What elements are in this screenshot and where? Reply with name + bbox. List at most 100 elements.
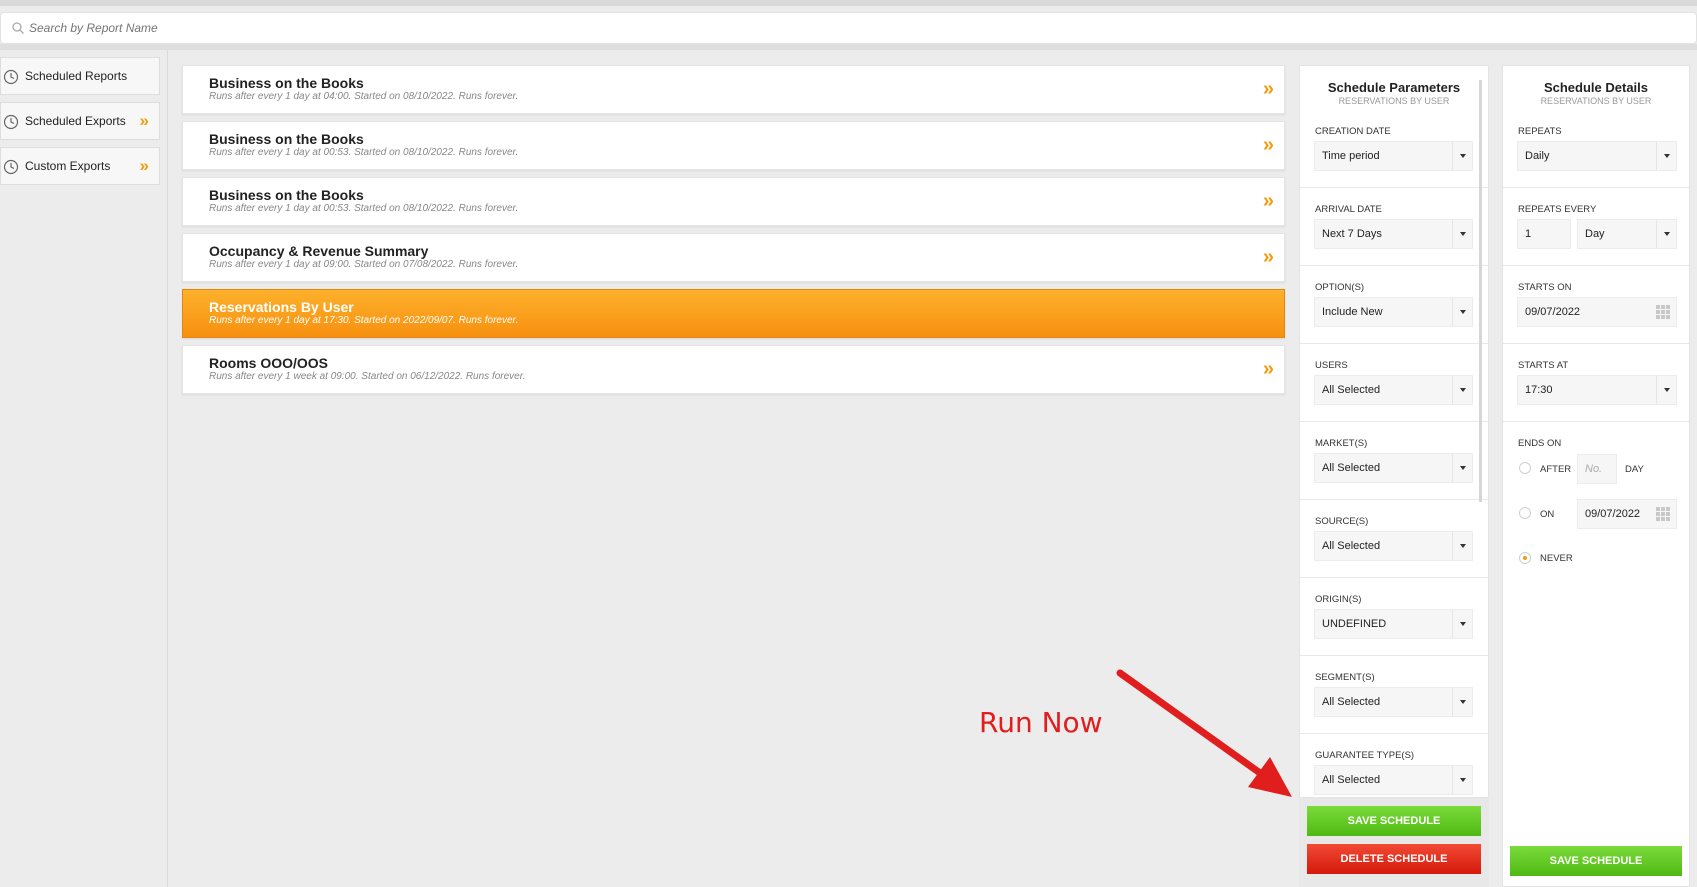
panel-scrollbar[interactable] [1479, 80, 1482, 502]
sidebar: Scheduled Reports Scheduled Exports » Cu… [0, 50, 168, 887]
select-value: Next 7 Days [1322, 228, 1382, 240]
divider [1300, 577, 1488, 578]
chevron-right-icon[interactable]: » [1263, 135, 1274, 155]
field-label: MARKET(S) [1315, 438, 1368, 449]
divider [1300, 499, 1488, 500]
ends-on-radio[interactable] [1519, 507, 1531, 519]
date-value: 09/07/2022 [1525, 306, 1581, 318]
report-description: Runs after every 1 day at 04:00. Started… [209, 91, 519, 102]
report-item-active[interactable]: Reservations By User Runs after every 1 … [182, 289, 1285, 338]
field-label: STARTS ON [1518, 282, 1572, 293]
calendar-icon[interactable] [1656, 507, 1670, 521]
chevron-down-icon [1452, 298, 1472, 326]
divider [1300, 733, 1488, 734]
save-schedule-button[interactable]: SAVE SCHEDULE [1307, 806, 1481, 836]
select-value: Daily [1525, 150, 1550, 162]
ends-never-radio[interactable] [1519, 552, 1531, 564]
sidebar-item-label: Scheduled Exports [25, 114, 126, 128]
divider [1300, 187, 1488, 188]
ends-after-count-input[interactable]: No. [1577, 454, 1617, 484]
delete-schedule-button[interactable]: DELETE SCHEDULE [1307, 844, 1481, 874]
calendar-icon[interactable] [1656, 305, 1670, 319]
chevron-right-icon: » [139, 111, 149, 130]
field-label: ENDS ON [1518, 438, 1562, 449]
origins-select[interactable]: UNDEFINED [1314, 609, 1473, 639]
markets-select[interactable]: All Selected [1314, 453, 1473, 483]
report-name: Reservations By User [209, 299, 354, 315]
sidebar-item-label: Scheduled Reports [25, 69, 128, 83]
search-divider [0, 44, 1697, 50]
field-label: STARTS AT [1518, 360, 1569, 371]
field-label: REPEATS [1518, 126, 1562, 137]
segments-select[interactable]: All Selected [1314, 687, 1473, 717]
select-value: 17:30 [1525, 384, 1553, 396]
chevron-right-icon[interactable]: » [1263, 191, 1274, 211]
guarantee-types-select[interactable]: All Selected [1314, 765, 1473, 795]
top-bar [0, 0, 1697, 6]
sidebar-item-label: Custom Exports [25, 159, 111, 173]
arrival-date-select[interactable]: Next 7 Days [1314, 219, 1473, 249]
users-select[interactable]: All Selected [1314, 375, 1473, 405]
divider [1503, 343, 1689, 344]
field-label: REPEATS EVERY [1518, 204, 1597, 215]
starts-at-select[interactable]: 17:30 [1517, 375, 1677, 405]
chevron-right-icon[interactable]: » [1263, 247, 1274, 267]
search-icon [12, 22, 24, 34]
report-item[interactable]: Occupancy & Revenue Summary Runs after e… [182, 233, 1285, 282]
sources-select[interactable]: All Selected [1314, 531, 1473, 561]
ends-on-date-input[interactable]: 09/07/2022 [1577, 499, 1677, 529]
ends-after-radio[interactable] [1519, 462, 1531, 474]
repeats-select[interactable]: Daily [1517, 141, 1677, 171]
chevron-down-icon [1452, 610, 1472, 638]
schedule-details-panel: Schedule Details RESERVATIONS BY USER RE… [1502, 65, 1690, 887]
field-label: ARRIVAL DATE [1315, 204, 1382, 215]
chevron-down-icon [1452, 220, 1472, 248]
select-value: All Selected [1322, 384, 1381, 396]
report-item[interactable]: Business on the Books Runs after every 1… [182, 121, 1285, 170]
panel-title: Schedule Details [1543, 80, 1649, 95]
chevron-right-icon: » [139, 156, 149, 175]
chevron-right-icon[interactable]: » [1263, 79, 1274, 99]
radio-label: AFTER [1540, 464, 1572, 475]
sidebar-item-scheduled-exports[interactable]: Scheduled Exports » [0, 102, 160, 140]
chevron-down-icon [1656, 220, 1676, 248]
options-select[interactable]: Include New [1314, 297, 1473, 327]
report-item[interactable]: Rooms OOO/OOS Runs after every 1 week at… [182, 345, 1285, 394]
field-label: SEGMENT(S) [1315, 672, 1375, 683]
save-schedule-button[interactable]: SAVE SCHEDULE [1510, 846, 1682, 876]
day-unit-label: DAY [1625, 464, 1644, 475]
divider [1503, 421, 1689, 422]
sidebar-item-scheduled-reports[interactable]: Scheduled Reports [0, 57, 160, 95]
chevron-down-icon [1452, 532, 1472, 560]
divider [1503, 187, 1689, 188]
search-input[interactable] [29, 21, 429, 35]
report-description: Runs after every 1 week at 09:00. Starte… [209, 371, 526, 382]
red-arrow-annotation [1116, 669, 1292, 797]
divider [1300, 265, 1488, 266]
field-label: CREATION DATE [1315, 126, 1391, 137]
report-item[interactable]: Business on the Books Runs after every 1… [182, 177, 1285, 226]
divider [1503, 265, 1689, 266]
field-label: USERS [1315, 360, 1348, 371]
params-actions: SAVE SCHEDULE DELETE SCHEDULE [1299, 798, 1489, 887]
select-value: UNDEFINED [1322, 618, 1387, 630]
creation-date-select[interactable]: Time period [1314, 141, 1473, 171]
report-item[interactable]: Business on the Books Runs after every 1… [182, 65, 1285, 114]
select-value: All Selected [1322, 540, 1381, 552]
search-bar[interactable] [0, 12, 1697, 44]
schedule-parameters-panel: Schedule Parameters RESERVATIONS BY USER… [1299, 65, 1489, 798]
chevron-down-icon [1452, 376, 1472, 404]
starts-on-date-input[interactable]: 09/07/2022 [1517, 297, 1677, 327]
panel-subtitle: RESERVATIONS BY USER [1540, 96, 1652, 106]
report-name: Occupancy & Revenue Summary [209, 243, 429, 259]
chevron-down-icon [1656, 376, 1676, 404]
sidebar-item-custom-exports[interactable]: Custom Exports » [0, 147, 160, 185]
chevron-right-icon[interactable]: » [1263, 359, 1274, 379]
report-description: Runs after every 1 day at 17:30. Started… [209, 315, 519, 326]
select-value: All Selected [1322, 696, 1381, 708]
radio-label: ON [1540, 509, 1555, 520]
repeats-every-input[interactable]: 1 [1517, 219, 1571, 249]
field-label: ORIGIN(S) [1315, 594, 1362, 605]
repeats-unit-select[interactable]: Day [1577, 219, 1677, 249]
run-now-annotation: Run Now [979, 706, 1103, 739]
